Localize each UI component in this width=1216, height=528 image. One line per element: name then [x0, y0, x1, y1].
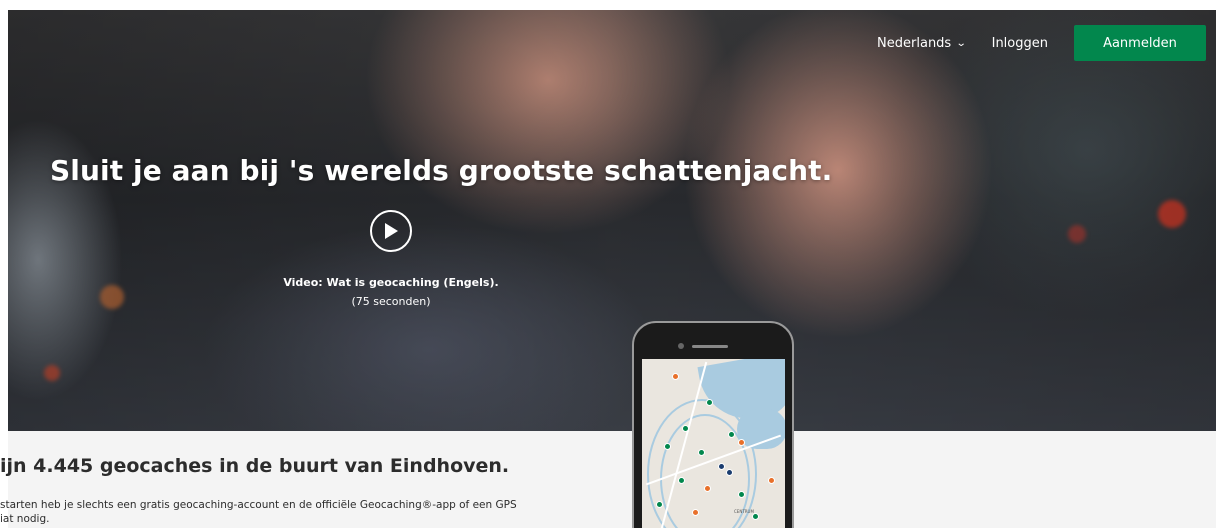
- hero-video-background: [8, 10, 1216, 431]
- map-pin[interactable]: [728, 431, 735, 438]
- language-selector[interactable]: Nederlands ⌄: [877, 35, 967, 51]
- map-pin[interactable]: [718, 463, 725, 470]
- map-pin[interactable]: [664, 443, 671, 450]
- top-navigation: Nederlands ⌄ Inloggen Aanmelden: [877, 25, 1206, 61]
- map-pin[interactable]: [698, 449, 705, 456]
- map-label-centrum: CENTRUM: [734, 509, 754, 514]
- map-pin[interactable]: [704, 485, 711, 492]
- map-pin[interactable]: [692, 509, 699, 516]
- intro-description: starten heb je slechts een gratis geocac…: [0, 498, 620, 526]
- phone-camera: [678, 343, 684, 349]
- map-pin[interactable]: [768, 477, 775, 484]
- map-pin[interactable]: [738, 491, 745, 498]
- phone-speaker: [692, 345, 728, 348]
- phone-map-screen: CENTRUM: [642, 359, 785, 528]
- hero-title: Sluit je aan bij 's werelds grootste sch…: [50, 154, 833, 187]
- map-pin[interactable]: [678, 477, 685, 484]
- video-caption: Video: Wat is geocaching (Engels). (75 s…: [233, 276, 549, 308]
- intro-description-line: starten heb je slechts een gratis geocac…: [0, 499, 517, 511]
- map-pin[interactable]: [738, 439, 745, 446]
- geocache-count-headline: ijn 4.445 geocaches in de buurt van Eind…: [0, 455, 510, 477]
- map-pin[interactable]: [656, 501, 663, 508]
- map-pin[interactable]: [706, 399, 713, 406]
- login-link[interactable]: Inloggen: [992, 36, 1048, 51]
- video-duration: (75 seconden): [351, 295, 431, 308]
- hero-overlay: [8, 10, 1216, 431]
- map-pin[interactable]: [726, 469, 733, 476]
- map-pin[interactable]: [752, 513, 759, 520]
- map-pin[interactable]: [672, 373, 679, 380]
- signup-button[interactable]: Aanmelden: [1074, 25, 1206, 61]
- chevron-down-icon: ⌄: [955, 37, 967, 49]
- video-title[interactable]: Video: Wat is geocaching (Engels).: [233, 276, 549, 289]
- language-label: Nederlands: [877, 35, 952, 51]
- play-icon: [385, 223, 398, 239]
- phone-mockup: CENTRUM: [632, 321, 794, 528]
- play-video-button[interactable]: [370, 210, 412, 252]
- intro-description-line: iat nodig.: [0, 513, 50, 525]
- map-pin[interactable]: [682, 425, 689, 432]
